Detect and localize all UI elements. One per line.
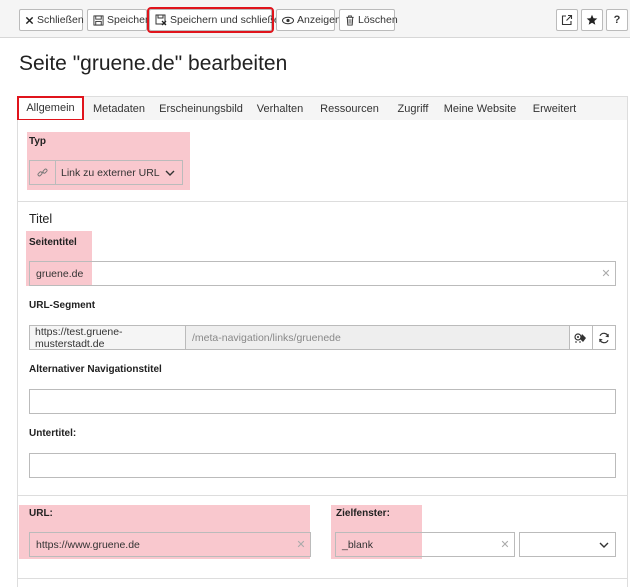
view-button[interactable]: Anzeigen (276, 9, 341, 31)
nav-title-label: Alternativer Navigationstitel (29, 364, 162, 375)
url-label: URL: (29, 508, 53, 519)
delete-label: Löschen (358, 14, 398, 26)
bookmark-button[interactable] (581, 9, 603, 31)
seitentitel-label: Seitentitel (29, 237, 77, 248)
target-label: Zielfenster: (336, 508, 390, 519)
subtitle-input[interactable] (29, 453, 616, 478)
toolbar: Schließen Speichern Speichern und schlie… (0, 0, 630, 38)
target-input[interactable]: _blank ✕ (335, 532, 515, 557)
typ-icon-cell (30, 161, 56, 184)
chevron-down-icon (599, 542, 609, 548)
edit-segment-button[interactable] (569, 326, 592, 349)
save-icon (93, 14, 104, 26)
url-input[interactable]: https://www.gruene.de ✕ (29, 532, 311, 557)
url-value: https://www.gruene.de (36, 538, 140, 551)
close-label: Schließen (37, 14, 84, 26)
subtitle-label: Untertitel: (29, 428, 77, 439)
page-title: Seite "gruene.de" bearbeiten (19, 52, 288, 75)
clear-icon[interactable]: ✕ (292, 538, 310, 551)
clear-icon[interactable]: ✕ (597, 267, 615, 280)
delete-button[interactable]: Löschen (339, 9, 398, 31)
seitentitel-value: gruene.de (36, 267, 84, 280)
edit-lock-icon (574, 332, 586, 343)
open-external-button[interactable] (556, 9, 578, 31)
typ-value: Link zu externer URL (61, 166, 160, 179)
recalculate-segment-button[interactable] (592, 326, 615, 349)
section-divider (17, 495, 628, 496)
eye-icon (282, 16, 294, 24)
url-segment-field: https://test.gruene-musterstadt.de /meta… (29, 325, 616, 350)
target-value: _blank (342, 538, 373, 551)
refresh-icon (599, 332, 609, 343)
tab-bar: Allgemein Metadaten Erscheinungsbild Ver… (17, 96, 628, 121)
tab-ressourcen[interactable]: Ressourcen (314, 97, 385, 121)
save-and-close-button[interactable]: Speichern und schließen (147, 7, 286, 33)
typ-select[interactable]: Link zu externer URL (29, 160, 183, 185)
section-divider (17, 578, 628, 579)
tab-metadaten[interactable]: Metadaten (85, 97, 153, 121)
url-segment-label: URL-Segment (29, 300, 96, 311)
target-select[interactable] (519, 532, 616, 557)
external-link-icon (561, 14, 573, 26)
tab-allgemein[interactable]: Allgemein (17, 96, 84, 121)
close-button[interactable]: Schließen (19, 9, 84, 31)
save-close-label: Speichern und schließen (170, 14, 286, 26)
tab-verhalten[interactable]: Verhalten (248, 97, 312, 121)
save-label: Speichern (107, 14, 155, 26)
url-segment-path-cell: /meta-navigation/links/gruenede (186, 326, 569, 349)
view-label: Anzeigen (297, 14, 341, 26)
save-button[interactable]: Speichern (87, 9, 154, 31)
tab-zugriff[interactable]: Zugriff (387, 97, 439, 121)
section-divider (17, 201, 628, 202)
chevron-down-icon (165, 170, 175, 176)
help-button[interactable]: ? (606, 9, 628, 31)
save-close-icon (155, 14, 167, 26)
close-icon (25, 16, 34, 24)
star-icon (586, 14, 598, 25)
url-segment-prefix-cell: https://test.gruene-musterstadt.de (30, 325, 186, 350)
typ-label: Typ (29, 136, 47, 147)
url-segment-path: /meta-navigation/links/gruenede (192, 331, 341, 344)
section-title-titel: Titel (29, 212, 53, 226)
trash-icon (346, 14, 354, 26)
seitentitel-input[interactable]: gruene.de ✕ (29, 261, 616, 286)
help-icon: ? (613, 14, 621, 26)
nav-title-input[interactable] (29, 389, 616, 414)
tab-erscheinungsbild[interactable]: Erscheinungsbild (154, 97, 248, 121)
url-segment-prefix: https://test.gruene-musterstadt.de (35, 325, 123, 350)
tab-meine-website[interactable]: Meine Website (439, 97, 521, 121)
tab-erweitert[interactable]: Erweitert (521, 97, 588, 121)
clear-icon[interactable]: ✕ (496, 538, 514, 551)
link-icon (37, 168, 48, 177)
